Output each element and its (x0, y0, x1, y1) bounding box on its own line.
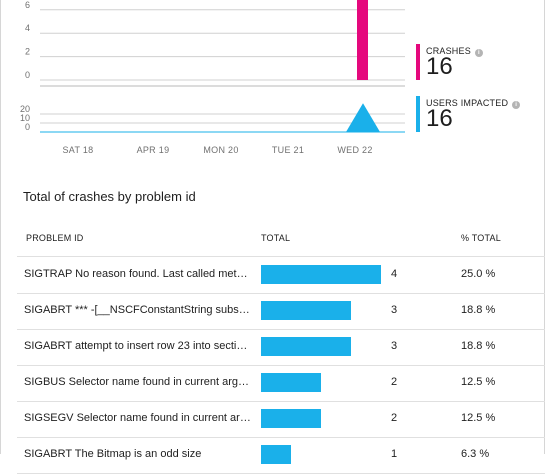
trend-chart-svg: 642020100SAT 18 APR 19 MON 20 TUE 21 WED 22 (20, 0, 405, 155)
header-problem-id[interactable]: PROBLEM ID (26, 233, 84, 243)
total-count: 2 (391, 376, 398, 388)
table-row[interactable]: SIGABRT attempt to insert row 23 into se… (0, 329, 545, 366)
y-tick-label-top: 6 (25, 0, 30, 10)
y-tick-label-bottom: 0 (25, 122, 30, 132)
x-tick-label: WED 22 (337, 145, 372, 155)
info-icon[interactable]: i (512, 101, 521, 109)
header-percent-total[interactable]: % TOTAL (461, 233, 501, 243)
crashes-value: 16 (426, 53, 453, 80)
problem-id-cell[interactable]: SIGABRT The Bitmap is an odd size (24, 448, 252, 460)
total-bar (261, 373, 321, 392)
info-icon[interactable]: i (474, 49, 483, 57)
table-row[interactable]: SIGABRT *** -[__NSCFConstantString subst… (0, 293, 545, 330)
crash-trend-chart: 6 4 2 0 20 10 0 SAT 18 APR 19 MON 20 TUE 21 WED 22 (0, 0, 410, 165)
percent-total: 25.0 % (461, 268, 496, 280)
users-value: 16 (426, 105, 453, 132)
percent-total: 12.5 % (461, 376, 496, 388)
total-bar (261, 301, 351, 320)
problem-id-cell[interactable]: SIGTRAP No reason found. Last called met… (24, 268, 252, 280)
total-count: 3 (391, 304, 398, 316)
x-tick-label: SAT 18 (63, 145, 94, 155)
total-bar (261, 265, 381, 284)
percent-total: 12.5 % (461, 412, 496, 424)
total-bar (261, 409, 321, 428)
total-bar (261, 337, 351, 356)
x-tick-label: TUE 21 (272, 145, 304, 155)
problem-id-cell[interactable]: SIGABRT *** -[__NSCFConstantString subst… (24, 304, 252, 316)
table-header: PROBLEM ID TOTAL % TOTAL (0, 226, 545, 257)
total-count: 4 (391, 268, 398, 280)
crashes-color-bar (416, 44, 420, 80)
problem-id-cell[interactable]: SIGBUS Selector name found in current ar… (24, 376, 252, 388)
x-tick-label: APR 19 (137, 145, 170, 155)
total-count: 1 (391, 448, 398, 460)
problem-id-cell[interactable]: SIGABRT attempt to insert row 23 into se… (24, 340, 252, 352)
users-color-bar (416, 96, 420, 132)
crash-bar (357, 0, 368, 80)
table-row[interactable]: SIGABRT The Bitmap is an odd size 1 6.3 % (0, 437, 545, 474)
total-count: 2 (391, 412, 398, 424)
section-title: Total of crashes by problem id (23, 189, 196, 204)
x-tick-label: MON 20 (203, 145, 238, 155)
total-bar (261, 445, 291, 464)
total-count: 3 (391, 340, 398, 352)
table-row[interactable]: SIGTRAP No reason found. Last called met… (0, 257, 545, 294)
percent-total: 6.3 % (461, 448, 490, 460)
table-row[interactable]: SIGBUS Selector name found in current ar… (0, 365, 545, 402)
header-total[interactable]: TOTAL (261, 233, 290, 243)
y-tick-label-top: 0 (25, 70, 30, 80)
percent-total: 18.8 % (461, 304, 496, 316)
y-tick-label-top: 2 (25, 47, 30, 57)
percent-total: 18.8 % (461, 340, 496, 352)
problem-id-cell[interactable]: SIGSEGV Selector name found in current a… (24, 412, 252, 424)
table-row[interactable]: SIGSEGV Selector name found in current a… (0, 401, 545, 438)
y-tick-label-top: 4 (25, 23, 30, 33)
users-area-peak (346, 103, 380, 132)
